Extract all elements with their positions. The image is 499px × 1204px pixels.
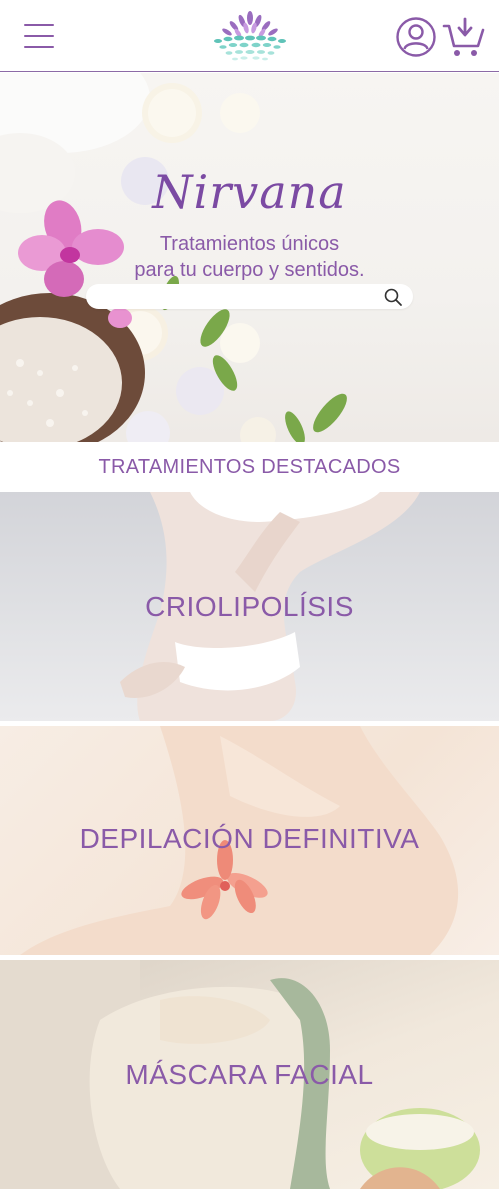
tagline-line-1: Tratamientos únicos	[159, 233, 340, 255]
brand-title: Nirvana	[152, 165, 347, 219]
user-account-icon[interactable]	[395, 16, 437, 58]
top-header	[0, 0, 499, 72]
search-input[interactable]	[86, 284, 413, 309]
featured-section-title: TRATAMIENTOS DESTACADOS	[0, 442, 499, 492]
tagline-line-2: para tu cuerpo y sentidos.	[134, 259, 365, 281]
hero-banner: Nirvana Tratamientos únicos para tu cuer…	[0, 73, 499, 442]
cart-add-icon[interactable]	[442, 16, 486, 60]
hero-tagline: Tratamientos únicos para tu cuerpo y sen…	[0, 231, 499, 283]
treatment-card-criolipolisis[interactable]: CRIOLIPOLÍSIS	[0, 492, 499, 721]
treatment-label: CRIOLIPOLÍSIS	[145, 590, 354, 622]
search-icon[interactable]	[383, 287, 403, 307]
treatment-card-depilacion[interactable]: DEPILACIÓN DEFINITIVA	[0, 726, 499, 955]
lotus-logo-icon[interactable]	[212, 8, 288, 64]
hamburger-menu-icon[interactable]	[24, 24, 54, 50]
treatment-card-mascara-facial[interactable]: MÁSCARA FACIAL	[0, 960, 499, 1189]
treatment-label: DEPILACIÓN DEFINITIVA	[79, 822, 420, 854]
treatment-label: MÁSCARA FACIAL	[125, 1058, 374, 1090]
